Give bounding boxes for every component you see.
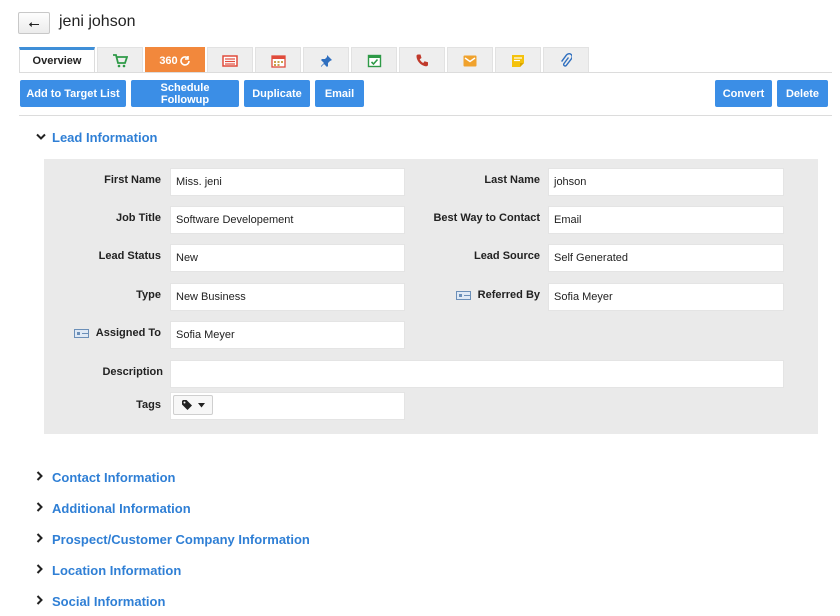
section-title: Contact Information	[52, 470, 176, 485]
tab-bar: Overview 360	[19, 47, 591, 73]
contact-card-icon[interactable]	[73, 328, 89, 338]
caret-down-icon	[197, 402, 205, 407]
back-arrow-icon: ⭠	[28, 14, 40, 31]
refresh-icon	[179, 55, 190, 66]
tags-label: Tags	[136, 399, 161, 411]
tab-360[interactable]: 360	[145, 47, 205, 73]
tab-products[interactable]	[97, 47, 143, 73]
cart-icon	[113, 53, 128, 67]
convert-button[interactable]: Convert	[715, 80, 772, 107]
add-to-target-list-button[interactable]: Add to Target List	[20, 80, 126, 107]
invoice-icon	[222, 54, 238, 67]
first-name-label: First Name	[104, 174, 161, 186]
tab-attachments[interactable]	[543, 47, 589, 73]
section-title: Social Information	[52, 594, 166, 609]
referred-by-field[interactable]: Sofia Meyer	[548, 283, 784, 311]
tab-overview-label: Overview	[32, 55, 82, 67]
section-title: Lead Information	[52, 130, 158, 145]
tab-overview[interactable]: Overview	[19, 47, 95, 73]
action-divider	[19, 115, 832, 116]
assigned-to-label: Assigned To	[60, 325, 161, 341]
referred-by-label: Referred By	[420, 287, 540, 303]
section-title: Additional Information	[52, 501, 191, 516]
attachment-icon	[561, 52, 572, 67]
type-field[interactable]: New Business	[170, 283, 405, 311]
type-label: Type	[136, 289, 161, 301]
tag-icon	[181, 400, 192, 410]
lead-source-field[interactable]: Self Generated	[548, 244, 784, 272]
duplicate-button[interactable]: Duplicate	[244, 80, 310, 107]
chevron-right-icon	[36, 564, 48, 577]
calendar-icon	[270, 54, 286, 68]
schedule-followup-button[interactable]: Schedule Followup	[131, 80, 239, 107]
tab-tasks[interactable]	[351, 47, 397, 73]
phone-icon	[416, 54, 428, 67]
lead-status-label: Lead Status	[98, 250, 161, 262]
back-button[interactable]: ⭠	[18, 12, 50, 34]
referred-by-label-text: Referred By	[477, 289, 540, 301]
chevron-down-icon	[36, 132, 48, 144]
job-title-label: Job Title	[115, 212, 161, 224]
task-icon	[367, 54, 381, 68]
last-name-field[interactable]: johson	[548, 168, 784, 196]
tab-pinned[interactable]	[303, 47, 349, 73]
note-icon	[512, 54, 524, 67]
best-way-to-contact-field[interactable]: Email	[548, 206, 784, 234]
tab-invoices[interactable]	[207, 47, 253, 73]
chevron-right-icon	[36, 502, 48, 515]
tab-calendar[interactable]	[255, 47, 301, 73]
record-title: jeni johson	[59, 13, 136, 30]
best-way-to-contact-label: Best Way to Contact	[433, 212, 540, 224]
lead-source-label: Lead Source	[473, 250, 540, 262]
section-social-information[interactable]: Social Information	[36, 594, 165, 609]
tab-360-label: 360	[159, 54, 178, 67]
section-contact-information[interactable]: Contact Information	[36, 470, 176, 485]
chevron-right-icon	[36, 471, 48, 484]
contact-card-icon[interactable]	[455, 290, 471, 300]
chevron-right-icon	[36, 533, 48, 546]
section-lead-information[interactable]: Lead Information	[36, 130, 157, 145]
tab-divider	[19, 72, 832, 73]
tab-calls[interactable]	[399, 47, 445, 73]
section-title: Prospect/Customer Company Information	[52, 532, 310, 547]
tag-dropdown-button[interactable]	[173, 395, 213, 415]
tab-emails[interactable]	[447, 47, 493, 73]
job-title-field[interactable]: Software Developement	[170, 206, 405, 234]
assigned-to-label-text: Assigned To	[95, 327, 161, 339]
assigned-to-field[interactable]: Sofia Meyer	[170, 321, 405, 349]
chevron-right-icon	[36, 595, 48, 608]
description-label: Description	[102, 366, 163, 378]
description-field[interactable]	[170, 360, 784, 388]
first-name-field[interactable]: Miss. jeni	[170, 168, 405, 196]
last-name-label: Last Name	[484, 174, 540, 186]
section-location-information[interactable]: Location Information	[36, 563, 181, 578]
section-title: Location Information	[52, 563, 182, 578]
tab-notes[interactable]	[495, 47, 541, 73]
section-prospect-customer-company-information[interactable]: Prospect/Customer Company Information	[36, 532, 310, 547]
email-icon	[463, 55, 477, 66]
delete-button[interactable]: Delete	[777, 80, 828, 107]
section-additional-information[interactable]: Additional Information	[36, 501, 191, 516]
lead-status-field[interactable]: New	[170, 244, 405, 272]
email-button[interactable]: Email	[315, 80, 364, 107]
pin-icon	[321, 54, 332, 67]
